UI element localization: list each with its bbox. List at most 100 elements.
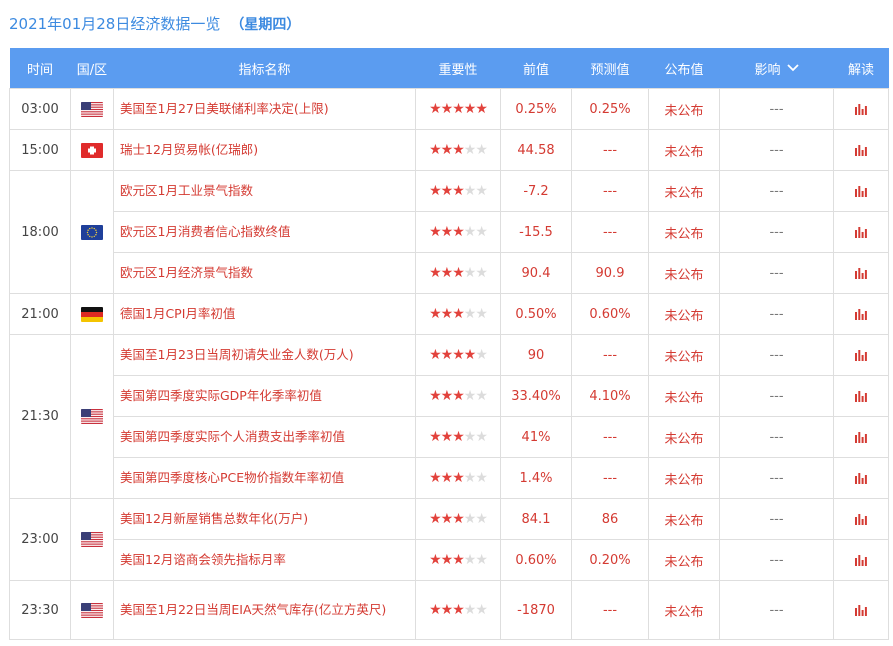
bar-chart-icon[interactable] bbox=[855, 102, 867, 117]
previous-value: 41% bbox=[500, 416, 572, 458]
indicator-name[interactable]: 欧元区1月经济景气指数 bbox=[113, 252, 416, 294]
region-cell bbox=[70, 170, 114, 294]
actual-value: 未公布 bbox=[648, 88, 720, 130]
indicator-name[interactable]: 美国至1月27日美联储利率决定(上限) bbox=[113, 88, 416, 130]
indicator-name[interactable]: 美国12月新屋销售总数年化(万户) bbox=[113, 498, 416, 540]
indicator-name[interactable]: 美国至1月23日当周初请失业金人数(万人) bbox=[113, 334, 416, 376]
indicator-name[interactable]: 瑞士12月贸易帐(亿瑞郎) bbox=[113, 129, 416, 171]
impact-value: --- bbox=[719, 375, 834, 417]
interpret-cell[interactable] bbox=[833, 498, 889, 540]
actual-value: 未公布 bbox=[648, 498, 720, 540]
indicator-name[interactable]: 美国第四季度实际个人消费支出季率初值 bbox=[113, 416, 416, 458]
previous-value: 90 bbox=[500, 334, 572, 376]
importance-stars: ★★★★★ bbox=[415, 580, 501, 640]
impact-value: --- bbox=[719, 170, 834, 212]
importance-stars: ★★★★★ bbox=[415, 211, 501, 253]
interpret-cell[interactable] bbox=[833, 457, 889, 499]
weekday-label: （星期四） bbox=[230, 17, 301, 33]
time-cell: 15:00 bbox=[9, 129, 71, 171]
col-importance: 重要性 bbox=[415, 48, 501, 89]
bar-chart-icon[interactable] bbox=[855, 389, 867, 404]
interpret-cell[interactable] bbox=[833, 580, 889, 640]
table-row: 21:30 美国至1月23日当周初请失业金人数(万人) ★★★★★ 90 --- 未公布 -… bbox=[9, 334, 889, 499]
indicator-name[interactable]: 美国12月谘商会领先指标月率 bbox=[113, 539, 416, 581]
time-cell: 03:00 bbox=[9, 88, 71, 130]
interpret-cell[interactable] bbox=[833, 334, 889, 376]
table-row: 美国第四季度实际个人消费支出季率初值 ★★★★★ 41% --- 未公布 --- bbox=[10, 416, 889, 458]
interpret-cell[interactable] bbox=[833, 293, 889, 335]
col-impact-filter[interactable]: 影响 bbox=[719, 48, 834, 89]
time-cell: 21:00 bbox=[9, 293, 71, 335]
table-row: 欧元区1月消费者信心指数终值 ★★★★★ -15.5 --- 未公布 --- bbox=[10, 211, 889, 253]
bar-chart-icon[interactable] bbox=[855, 266, 867, 281]
importance-stars: ★★★★★ bbox=[415, 252, 501, 294]
table-row: 美国第四季度实际GDP年化季率初值 ★★★★★ 33.40% 4.10% 未公布 --- bbox=[10, 375, 889, 417]
table-row: 美国第四季度核心PCE物价指数年率初值 ★★★★★ 1.4% --- 未公布 --- bbox=[10, 457, 889, 499]
previous-value: 84.1 bbox=[500, 498, 572, 540]
forecast-value: 0.20% bbox=[571, 539, 649, 581]
us-flag-icon bbox=[81, 532, 103, 547]
table-row: 欧元区1月经济景气指数 ★★★★★ 90.4 90.9 未公布 --- bbox=[10, 252, 889, 294]
interpret-cell[interactable] bbox=[833, 88, 889, 130]
actual-value: 未公布 bbox=[648, 416, 720, 458]
indicator-name[interactable]: 美国第四季度实际GDP年化季率初值 bbox=[113, 375, 416, 417]
forecast-value: 90.9 bbox=[571, 252, 649, 294]
actual-value: 未公布 bbox=[648, 252, 720, 294]
region-cell bbox=[70, 580, 114, 640]
actual-value: 未公布 bbox=[648, 457, 720, 499]
indicator-name[interactable]: 德国1月CPI月率初值 bbox=[113, 293, 416, 335]
bar-chart-icon[interactable] bbox=[855, 307, 867, 322]
indicator-name[interactable]: 欧元区1月消费者信心指数终值 bbox=[113, 211, 416, 253]
table-body: 03:00 美国至1月27日美联储利率决定(上限) ★★★★★ 0.25% 0.25% 未… bbox=[9, 88, 889, 640]
region-cell bbox=[70, 334, 114, 499]
region-cell bbox=[70, 293, 114, 335]
actual-value: 未公布 bbox=[648, 580, 720, 640]
previous-value: 33.40% bbox=[500, 375, 572, 417]
importance-stars: ★★★★★ bbox=[415, 416, 501, 458]
interpret-cell[interactable] bbox=[833, 416, 889, 458]
importance-stars: ★★★★★ bbox=[415, 129, 501, 171]
importance-stars: ★★★★★ bbox=[415, 170, 501, 212]
actual-value: 未公布 bbox=[648, 539, 720, 581]
interpret-cell[interactable] bbox=[833, 129, 889, 171]
importance-stars: ★★★★★ bbox=[415, 334, 501, 376]
bar-chart-icon[interactable] bbox=[855, 553, 867, 568]
previous-value: 0.60% bbox=[500, 539, 572, 581]
forecast-value: --- bbox=[571, 457, 649, 499]
us-flag-icon bbox=[81, 101, 103, 117]
forecast-value: --- bbox=[571, 416, 649, 458]
indicator-name[interactable]: 美国第四季度核心PCE物价指数年率初值 bbox=[113, 457, 416, 499]
forecast-value: 0.25% bbox=[571, 88, 649, 130]
forecast-value: 86 bbox=[571, 498, 649, 540]
us-flag-icon bbox=[81, 409, 103, 424]
interpret-cell[interactable] bbox=[833, 211, 889, 253]
col-indicator: 指标名称 bbox=[113, 48, 416, 89]
impact-label: 影响 bbox=[754, 62, 781, 78]
bar-chart-icon[interactable] bbox=[855, 184, 867, 199]
actual-value: 未公布 bbox=[648, 170, 720, 212]
interpret-cell[interactable] bbox=[833, 170, 889, 212]
bar-chart-icon[interactable] bbox=[855, 471, 867, 486]
bar-chart-icon[interactable] bbox=[855, 512, 867, 527]
economic-calendar-table: 时间 国/区 指标名称 重要性 前值 预测值 公布值 影响 解读 03:00 美国… bbox=[9, 48, 889, 640]
bar-chart-icon[interactable] bbox=[855, 225, 867, 240]
chevron-down-icon bbox=[786, 64, 799, 72]
bar-chart-icon[interactable] bbox=[855, 143, 867, 158]
forecast-value: 0.60% bbox=[571, 293, 649, 335]
bar-chart-icon[interactable] bbox=[855, 430, 867, 445]
impact-value: --- bbox=[719, 539, 834, 581]
previous-value: -15.5 bbox=[500, 211, 572, 253]
date-title: 2021年01月28日经济数据一览 bbox=[9, 15, 221, 33]
interpret-cell[interactable] bbox=[833, 539, 889, 581]
forecast-value: --- bbox=[571, 580, 649, 640]
table-row: 03:00 美国至1月27日美联储利率决定(上限) ★★★★★ 0.25% 0.25% 未… bbox=[9, 88, 889, 130]
table-row: 23:00 美国12月新屋销售总数年化(万户) ★★★★★ 84.1 86 未公布 --- bbox=[9, 498, 889, 581]
bar-chart-icon[interactable] bbox=[855, 603, 867, 618]
interpret-cell[interactable] bbox=[833, 252, 889, 294]
importance-stars: ★★★★★ bbox=[415, 293, 501, 335]
bar-chart-icon[interactable] bbox=[855, 348, 867, 363]
indicator-name[interactable]: 欧元区1月工业景气指数 bbox=[113, 170, 416, 212]
indicator-name[interactable]: 美国至1月22日当周EIA天然气库存(亿立方英尺) bbox=[113, 580, 416, 640]
impact-value: --- bbox=[719, 580, 834, 640]
interpret-cell[interactable] bbox=[833, 375, 889, 417]
